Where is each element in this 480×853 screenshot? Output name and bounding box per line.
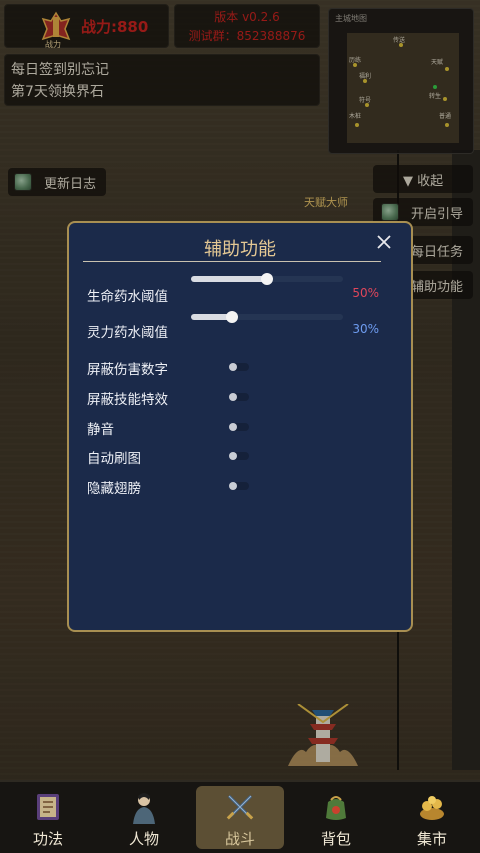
auto-farm-label: 自动刷图 bbox=[87, 451, 141, 467]
nav-tab-market[interactable]: 集市 bbox=[388, 782, 476, 853]
toggle-knob bbox=[229, 363, 237, 371]
mute-toggle[interactable] bbox=[229, 423, 249, 431]
hp-slider-fill bbox=[191, 276, 267, 282]
toggle-knob bbox=[229, 452, 237, 460]
character-icon bbox=[133, 793, 155, 824]
hp-potion-slider[interactable] bbox=[191, 273, 343, 285]
hp-potion-threshold-label: 生命药水阈值 bbox=[87, 289, 168, 305]
assist-function-dialog: 辅助功能 生命药水阈值 50% 灵力药水阈值 30% 屏蔽伤害数字 屏蔽技能特效… bbox=[67, 221, 413, 632]
close-icon[interactable] bbox=[373, 231, 395, 253]
dialog-title: 辅助功能 bbox=[204, 239, 276, 260]
hide-damage-numbers-label: 屏蔽伤害数字 bbox=[87, 362, 168, 378]
market-icon bbox=[420, 796, 444, 820]
nav-label: 人物 bbox=[128, 830, 159, 848]
hp-threshold-value: 50% bbox=[352, 286, 379, 300]
mp-potion-slider[interactable] bbox=[191, 311, 343, 323]
mp-potion-threshold-label: 灵力药水阈值 bbox=[87, 325, 168, 341]
nav-tab-character[interactable]: 人物 bbox=[100, 782, 188, 853]
nav-label: 背包 bbox=[320, 830, 351, 848]
hp-slider-handle[interactable] bbox=[261, 273, 273, 285]
nav-tab-battle[interactable]: 战斗 bbox=[196, 786, 284, 849]
hide-skill-effects-toggle[interactable] bbox=[229, 393, 249, 401]
toggle-knob bbox=[229, 393, 237, 401]
hide-skill-effects-label: 屏蔽技能特效 bbox=[87, 392, 168, 408]
hide-wings-label: 隐藏翅膀 bbox=[87, 481, 141, 497]
toggle-knob bbox=[229, 482, 237, 490]
auto-farm-toggle[interactable] bbox=[229, 452, 249, 460]
hide-damage-numbers-toggle[interactable] bbox=[229, 363, 249, 371]
nav-label: 集市 bbox=[416, 830, 447, 848]
nav-tab-skills[interactable]: 功法 bbox=[4, 782, 92, 853]
toggle-knob bbox=[229, 423, 237, 431]
bottom-navigation: 功法 人物 战斗 背包 集市 bbox=[0, 780, 480, 853]
nav-tab-bag[interactable]: 背包 bbox=[292, 782, 380, 853]
bag-icon bbox=[326, 796, 346, 820]
scroll-icon bbox=[37, 794, 59, 820]
mute-label: 静音 bbox=[87, 422, 114, 438]
mp-slider-handle[interactable] bbox=[226, 311, 239, 323]
nav-label: 战斗 bbox=[224, 830, 255, 848]
title-divider bbox=[83, 261, 381, 262]
nav-label: 功法 bbox=[32, 830, 63, 848]
hide-wings-toggle[interactable] bbox=[229, 482, 249, 490]
mp-threshold-value: 30% bbox=[352, 322, 379, 336]
crossed-swords-icon bbox=[226, 794, 254, 820]
